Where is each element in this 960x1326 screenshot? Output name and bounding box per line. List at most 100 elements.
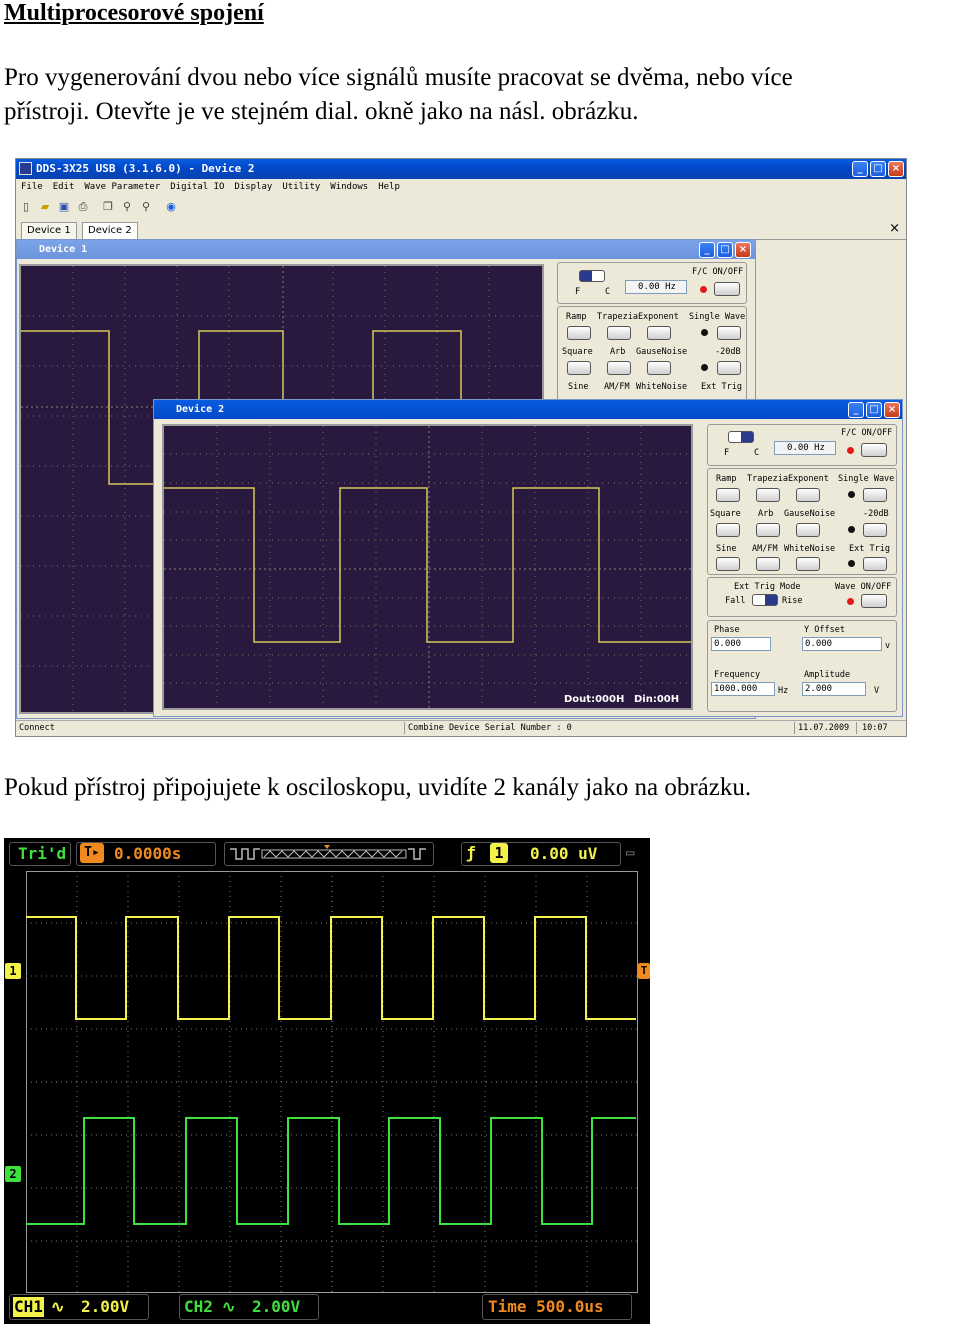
device-1-minus20db-button[interactable] [717, 361, 741, 375]
paragraph-2: Pokud přístroj připojujete k osciloskopu… [4, 774, 752, 801]
help-icon[interactable]: ◉ [163, 199, 179, 215]
device-2-fc-onoff-button[interactable] [861, 443, 887, 457]
zoom-in-icon[interactable]: ⚲ [119, 199, 135, 215]
save-icon[interactable]: ▣ [56, 199, 72, 215]
paragraph-1-line-2: přístroji. Otevřte je ve stejném dial. o… [4, 98, 639, 125]
device-1-arb-label: Arb [610, 347, 626, 357]
device-1-ramp-button[interactable] [567, 326, 591, 340]
tab-device-1[interactable]: Device 1 [21, 222, 77, 239]
maximize-button[interactable]: □ [870, 161, 886, 177]
device-2-phase-input[interactable]: 0.000 [711, 637, 771, 651]
ch1-marker: 1 [5, 963, 21, 979]
timebase: Time 500.0us [488, 1297, 604, 1316]
device-2-square-button[interactable] [716, 523, 740, 537]
device-2-frequency-input[interactable]: 1000.000 [711, 682, 775, 696]
trigger-edge-icon: ƒ [466, 843, 476, 862]
device-1-square-button[interactable] [567, 361, 591, 375]
menu-edit[interactable]: Edit [48, 179, 80, 196]
device-2-ext-trig-label: Ext Trig [849, 544, 890, 554]
status-connect: Connect [19, 723, 55, 733]
device-2-gausenoise-button[interactable] [796, 523, 820, 537]
device-1-gausenoise-button[interactable] [647, 361, 671, 375]
app-titlebar: DDS-3X25 USB (3.1.6.0) - Device 2 _ □ × [16, 159, 906, 179]
trigger-position: 0.0000s [114, 844, 182, 863]
device-1-single-wave-button[interactable] [717, 326, 741, 340]
ch1-scale: 2.00V [81, 1297, 130, 1316]
print-icon[interactable]: ⎙ [75, 199, 91, 215]
device-2-exponent-button[interactable] [796, 488, 820, 502]
device-2-maximize-button[interactable]: □ [866, 402, 882, 418]
status-bar: Connect Combine Device Serial Number : 0… [16, 720, 906, 736]
device-2-ext-trig-button[interactable] [863, 557, 887, 571]
oscilloscope-graticule [26, 871, 638, 1293]
device-1-close-button[interactable]: × [735, 242, 751, 258]
trigger-level: 0.00 uV [530, 844, 598, 863]
device-2-fall-label: Fall [725, 596, 746, 606]
device-1-minus20db-label: -20dB [715, 347, 741, 357]
device-2-sine-button[interactable] [716, 557, 740, 571]
device-2-yoffset-label: Y Offset [804, 625, 845, 635]
menu-digital-io[interactable]: Digital IO [165, 179, 229, 196]
ch2-coupling-icon: ∿ [222, 1297, 236, 1316]
device-2-trapezia-button[interactable] [756, 488, 780, 502]
tab-device-2[interactable]: Device 2 [82, 222, 138, 239]
device-2-ramp-button[interactable] [716, 488, 740, 502]
device-2-single-wave-led [848, 491, 855, 498]
device-2-frequency-display: 0.00 Hz [774, 441, 836, 455]
device-1-single-wave-label: Single Wave [689, 312, 746, 322]
device-2-trapezia-exponent-label: TrapeziaExponent [747, 474, 829, 484]
device-1-fc-onoff-button[interactable] [714, 282, 740, 296]
device-2-whitenoise-label: WhiteNoise [784, 544, 836, 554]
device-2-ext-trig-led [848, 560, 855, 567]
device-2-whitenoise-button[interactable] [796, 557, 820, 571]
app-title: DDS-3X25 USB (3.1.6.0) - Device 2 [36, 162, 255, 175]
status-date: 11.07.2009 [798, 723, 850, 733]
device-1-trapezia-button[interactable] [607, 326, 631, 340]
menu-utility[interactable]: Utility [277, 179, 325, 196]
device-1-amfm-label: AM/FM [604, 382, 630, 392]
copy-icon[interactable]: ❐ [100, 199, 116, 215]
close-tab-icon[interactable]: × [889, 221, 900, 236]
minimize-button[interactable]: _ [852, 161, 868, 177]
memory-depth-bar [230, 845, 426, 860]
device-1-ext-trig-label: Ext Trig [701, 382, 742, 392]
device-2-yoffset-input[interactable]: 0.000 [802, 637, 882, 651]
open-icon[interactable]: ▰ [37, 199, 53, 215]
menu-bar: File Edit Wave Parameter Digital IO Disp… [16, 179, 906, 196]
device-2-single-wave-button[interactable] [863, 488, 887, 502]
menu-help[interactable]: Help [373, 179, 405, 196]
ch1-label: CH1 [13, 1297, 44, 1317]
device-2-amplitude-label: Amplitude [804, 670, 851, 680]
device-2-close-button[interactable]: × [884, 402, 900, 418]
device-2-amplitude-input[interactable]: 2.000 [802, 682, 866, 696]
device-1-fc-switch[interactable] [579, 270, 605, 282]
device-1-fc-led [700, 286, 707, 293]
new-icon[interactable]: ▯ [18, 199, 34, 215]
menu-windows[interactable]: Windows [325, 179, 373, 196]
ch2-scale: 2.00V [252, 1297, 301, 1316]
device-1-f-label: F [575, 287, 581, 297]
device-2-fc-switch[interactable] [728, 431, 754, 443]
device-2-rise-label: Rise [782, 596, 803, 606]
device-2-wave-onoff-button[interactable] [861, 594, 887, 608]
device-2-c-label: C [754, 448, 760, 458]
device-2-arb-button[interactable] [756, 523, 780, 537]
oscilloscope-screenshot: Tri'd T▸ 0.0000s ƒ 1 0.00 uV ▭ T [4, 838, 650, 1324]
menu-file[interactable]: File [16, 179, 48, 196]
device-2-minimize-button[interactable]: _ [848, 402, 864, 418]
menu-wave-parameter[interactable]: Wave Parameter [79, 179, 165, 196]
device-2-minus20db-button[interactable] [863, 523, 887, 537]
device-1-fc-onoff-label: F/C ON/OFF [692, 267, 744, 277]
device-1-maximize-button[interactable]: □ [717, 242, 733, 258]
device-2-amfm-button[interactable] [756, 557, 780, 571]
device-1-trapezia-exponent-label: TrapeziaExponent [597, 312, 679, 322]
ch1-coupling-icon: ∿ [51, 1297, 65, 1316]
zoom-out-icon[interactable]: ⚲ [138, 199, 154, 215]
device-2-wave-led [847, 598, 854, 605]
device-1-arb-button[interactable] [607, 361, 631, 375]
close-button[interactable]: × [888, 161, 904, 177]
device-2-trig-mode-switch[interactable] [752, 594, 778, 606]
menu-display[interactable]: Display [229, 179, 277, 196]
device-1-exponent-button[interactable] [647, 326, 671, 340]
device-1-minimize-button[interactable]: _ [699, 242, 715, 258]
